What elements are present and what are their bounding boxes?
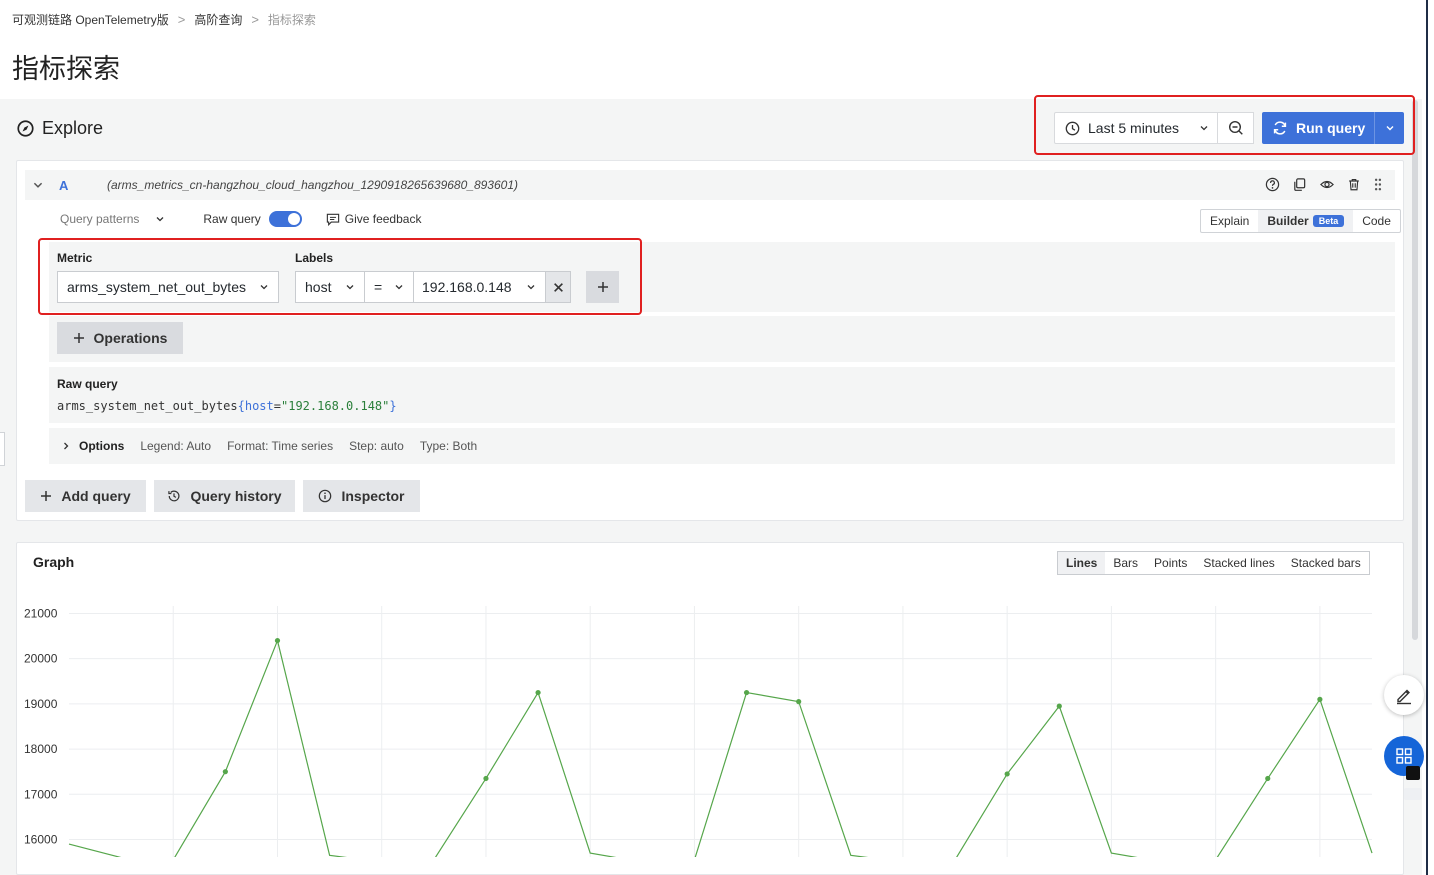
data-point [1004,771,1010,777]
grid-icon [1396,748,1412,764]
data-point [1317,696,1323,702]
data-point [796,699,802,705]
y-tick-label: 20000 [24,652,58,666]
y-tick-label: 21000 [24,606,58,620]
edit-icon [1397,689,1411,705]
floating-edit-button[interactable] [1384,675,1424,715]
y-tick-label: 19000 [24,697,58,711]
line-chart: 21000 20000 19000 18000 17000 16000 [24,606,1373,857]
data-point [274,637,281,644]
floating-mini-icon[interactable] [1406,766,1420,780]
data-point [1056,703,1062,709]
data-point [1265,775,1271,782]
data-point [222,769,228,775]
y-tick-label: 16000 [24,833,58,847]
y-tick-label: 17000 [24,787,58,801]
floating-mini-tab[interactable] [1404,788,1422,800]
series-line [68,638,1373,857]
data-point [535,689,541,696]
y-tick-label: 18000 [24,742,58,756]
data-point [483,775,489,782]
data-point [743,689,750,696]
